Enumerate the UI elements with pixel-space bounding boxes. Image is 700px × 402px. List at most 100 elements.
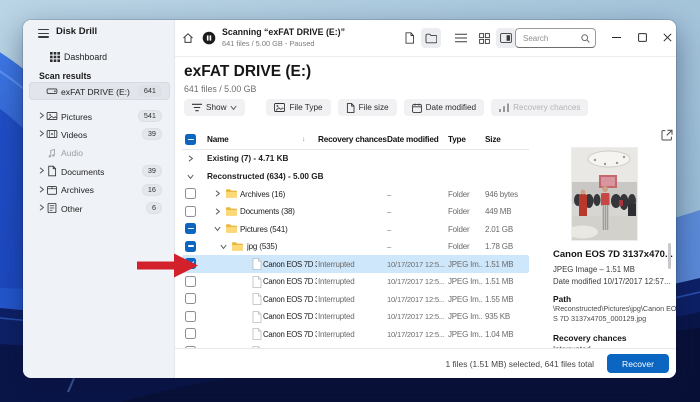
row-checkbox[interactable] [185,188,196,199]
minimize-button[interactable] [605,26,627,48]
topbar: Scanning “exFAT DRIVE (E:)” 641 files / … [175,20,676,57]
filetype-cell: Folder [448,207,470,216]
chevron-right-icon[interactable] [187,155,195,163]
table-row[interactable]: Documents (38) – Folder 449 MB [182,203,529,221]
table-row[interactable]: Archives (16) – Folder 946 bytes [182,185,529,203]
select-all-checkbox[interactable] [185,134,196,145]
home-button[interactable] [178,28,198,48]
sidebar-item-other[interactable]: Other 6 [29,199,170,217]
filetype-cell: Folder [448,189,470,199]
chevron-down-icon[interactable] [187,173,195,181]
column-type[interactable]: Type [448,135,466,144]
filter-label: Show [206,103,227,112]
filter-button-file-type[interactable]: File Type [266,99,331,116]
size-cell: 1.55 MB [485,294,514,304]
column-date-modified[interactable]: Date modified [387,135,439,144]
date-cell: – [387,224,392,234]
open-preview-button[interactable] [661,129,675,143]
filter-button-date-modified[interactable]: Date modified [403,99,485,116]
chevron-right-icon [38,167,45,175]
scan-progress-button[interactable] [199,28,219,48]
folder-icon [231,241,244,253]
table-row[interactable]: Canon EOS 7D 31...Interrupted 10/17/2017 … [182,255,529,273]
sidebar-item-pictures[interactable]: Pictures 541 [29,107,170,125]
recovery-cell: Interrupted [318,294,355,304]
row-checkbox[interactable] [185,293,196,304]
bars-icon [499,103,510,112]
photo-thumbnail [572,148,637,240]
sidebar-item-videos[interactable]: Videos 39 [29,125,170,143]
folder-icon [225,223,238,235]
videos-icon [46,128,58,140]
file-name: Canon EOS 7D 39... [263,329,317,339]
row-checkbox[interactable] [185,205,196,217]
preview-meta: JPEG Image – 1.51 MB [553,265,635,274]
table-row[interactable]: jpg (535) – Folder 1.78 GB [182,238,529,256]
preview-scrollbar[interactable] [668,243,671,269]
table-row[interactable]: Canon EOS 7D 39...Interrupted 10/17/2017 … [182,325,529,343]
drive-icon [46,85,58,97]
sidebar-item-audio[interactable]: Audio [29,144,170,162]
grid-view-button[interactable] [474,28,494,48]
table-row[interactable]: Canon EOS 7D 38...Interrupted 10/17/2017 … [182,308,529,326]
size-cell: 449 MB [485,207,512,216]
table-row[interactable]: Canon EOS 7D 33...Interrupted 10/17/2017 … [182,290,529,308]
document-icon-button[interactable] [399,28,419,48]
group-row[interactable]: Existing (7) - 4.71 KB [182,150,529,168]
filter-button-show[interactable]: Show [184,99,246,116]
recover-button[interactable]: Recover [607,354,669,373]
grid-view-icon [478,32,490,44]
folder-view-button[interactable] [421,28,441,48]
minimize-icon [611,36,621,38]
sort-descending-icon: ↓ [302,136,306,143]
close-button[interactable] [656,26,676,48]
dashboard-grid-icon [50,52,60,62]
home-icon [183,33,193,43]
sidebar-item-label: Documents [61,166,105,177]
row-checkbox[interactable] [185,328,196,339]
date-cell: – [387,207,392,216]
maximize-icon [637,32,647,42]
preview-date-modified: Date modified 10/17/2017 12:57... [553,277,671,286]
drive-subtitle: 641 files / 5.00 GB [184,84,257,94]
hamburger-menu-button[interactable] [38,29,49,38]
table-row[interactable]: Canon EOS 7D 32...Interrupted 10/17/2017 … [182,273,529,291]
list-view-button[interactable] [451,28,471,48]
sidebar-item-dashboard[interactable]: Dashboard [43,48,167,66]
row-checkbox[interactable] [185,223,196,234]
file-name: Canon EOS 7D 31... [263,259,317,269]
maximize-button[interactable] [631,26,653,48]
sidebar-item-documents[interactable]: Documents 39 [29,162,170,180]
table-body: Existing (7) - 4.71 KB Reconstructed (634… [182,150,529,348]
folder-icon [225,206,238,218]
row-checkbox[interactable] [185,240,196,252]
filter-button-file-size[interactable]: File size [337,99,397,116]
sidebar-item-label: exFAT DRIVE (E:) [61,86,130,97]
column-size[interactable]: Size [485,135,501,144]
app-window: Disk Drill Dashboard Scan results exFAT … [23,20,676,378]
size-cell: 2.01 GB [485,224,513,234]
recovery-cell: Interrupted [318,329,355,339]
sidebar-item-archives[interactable]: Archives 16 [29,181,170,199]
folder-icon [425,33,437,43]
column-name[interactable]: Name [207,135,229,144]
folder-icon [225,188,238,200]
item-count-badge: 39 [141,128,162,141]
chevron-right-icon[interactable] [214,190,222,198]
chevron-down-icon[interactable] [220,243,228,251]
chevron-right-icon[interactable] [214,207,222,216]
preview-panel-button[interactable] [496,28,516,48]
size-cell: 946 bytes [485,189,518,199]
table-row[interactable]: Pictures (541) – Folder 2.01 GB [182,220,529,238]
chevron-right-icon [38,186,45,194]
group-row[interactable]: Reconstructed (634) - 5.00 GB [182,168,529,186]
preview-image [572,148,637,240]
table-header[interactable]: Name ↓ Recovery chances Date modified Ty… [182,131,529,150]
column-recovery-chances[interactable]: Recovery chances [318,135,387,144]
size-cell: 1.78 GB [485,242,513,251]
chevron-down-icon[interactable] [214,225,222,233]
sidebar-item-exfat-drive[interactable]: exFAT DRIVE (E:) 641 [29,82,170,100]
preview-recovery-label: Recovery chances [553,333,627,343]
row-checkbox[interactable] [185,310,196,322]
filter-bar: Show File Type File size Date modified Recov… [184,99,589,116]
